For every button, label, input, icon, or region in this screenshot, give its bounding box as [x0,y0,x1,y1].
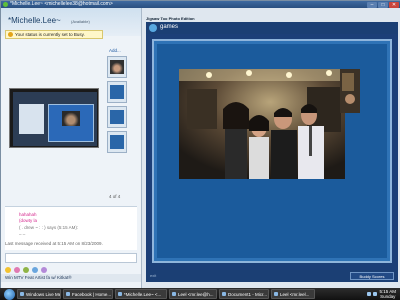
window-title: *Michelle.Lee~ <michellelee38@hotmail.co… [10,1,113,7]
message-line: (dowty la [19,218,38,223]
background-icon[interactable] [41,266,47,273]
taskbar-item-live-messenger[interactable]: Windows Live Me... [17,289,61,299]
volume-icon[interactable] [373,292,378,296]
message-line: – – [19,232,26,237]
display-picture-preview[interactable] [9,88,99,148]
group-photo-image [179,69,345,179]
taskbar: Windows Live Me... Facebook | Home... *M… [0,288,400,300]
message-input[interactable] [5,253,137,263]
buddy-scores-badge[interactable]: Buddy Scores [350,272,394,280]
message-line: hahahah [19,212,37,217]
game-thumbnail-image [110,110,124,124]
taskbar-item-chat-leel[interactable]: Leel <mr.lee@h... [169,289,217,299]
games-icon [149,24,157,32]
page-counter: 4 of 4 [109,194,121,199]
thumbnail-game-3[interactable] [107,131,127,153]
jigsaw-photo[interactable] [179,69,345,179]
input-toolbar [5,266,137,273]
game-footer: exit Buddy Scores [146,270,398,282]
jigsaw-loose-piece[interactable] [340,69,360,113]
emoticon-icon[interactable] [5,266,11,273]
add-link[interactable]: Add... [109,48,121,53]
sharing-thumbnails [107,56,129,156]
game-thumbnail-image [110,85,124,99]
taskbar-item-chat-michelle[interactable]: *Michelle.Lee~ <... [115,289,167,299]
message-line: ( . drew ~ : : ) says (5:15 AM): [19,225,79,230]
network-icon[interactable] [367,292,372,296]
game-panel: Jigsaw Too Photo Edition games exit Budd… [141,8,400,289]
window-controls: – □ ✕ [367,1,399,8]
game-header: games [146,22,398,34]
conversation-pane: *Michelle.Lee~ (Available) Your status i… [1,8,141,289]
chat-window: *Michelle.Lee~ <michellelee38@hotmail.co… [0,0,400,289]
title-bar: *Michelle.Lee~ <michellelee38@hotmail.co… [1,1,400,8]
messenger-icon [3,2,8,7]
photo-thumbnail-image [110,60,124,74]
preview-screen [13,92,97,146]
thumbnail-photo[interactable] [107,56,127,78]
ad-banner[interactable]: Win MTV Feat Artist fa w/ Kitkat® [1,274,141,282]
thumbnail-game-1[interactable] [107,81,127,103]
wink-icon[interactable] [14,266,20,273]
taskbar-item-chat-leel-2[interactable]: Leel <mr.leel... [271,289,315,299]
contact-name[interactable]: *Michelle.Lee~ [8,16,61,25]
start-button[interactable] [4,288,15,300]
games-label: games [160,24,179,30]
system-tray: 5:15 AM Sunday [367,289,400,299]
nudge-icon[interactable] [23,266,29,273]
preview-sidebar [19,104,44,134]
loose-piece-image [340,69,360,113]
contact-status: (Available) [71,19,90,24]
game-thumbnail-image [110,135,124,149]
taskbar-item-facebook[interactable]: Facebook | Home... [63,289,113,299]
preview-window [48,104,94,142]
busy-status-banner: Your status is currently set to Busy. [5,30,103,39]
info-icon [8,32,13,37]
thumbnail-game-2[interactable] [107,106,127,128]
game-exit-link[interactable]: exit [150,273,156,278]
font-icon[interactable] [32,266,38,273]
taskbar-item-document[interactable]: Document1 - Micr... [219,289,269,299]
preview-photo [62,111,80,126]
clock[interactable]: 5:15 AM Sunday [379,289,396,299]
game-title: Jigsaw Too Photo Edition [146,16,195,21]
busy-status-text: Your status is currently set to Busy. [15,32,85,37]
clock-day: Sunday [380,294,396,299]
last-received-note: Last message received at 5:15 AM on 8/23… [5,241,103,246]
